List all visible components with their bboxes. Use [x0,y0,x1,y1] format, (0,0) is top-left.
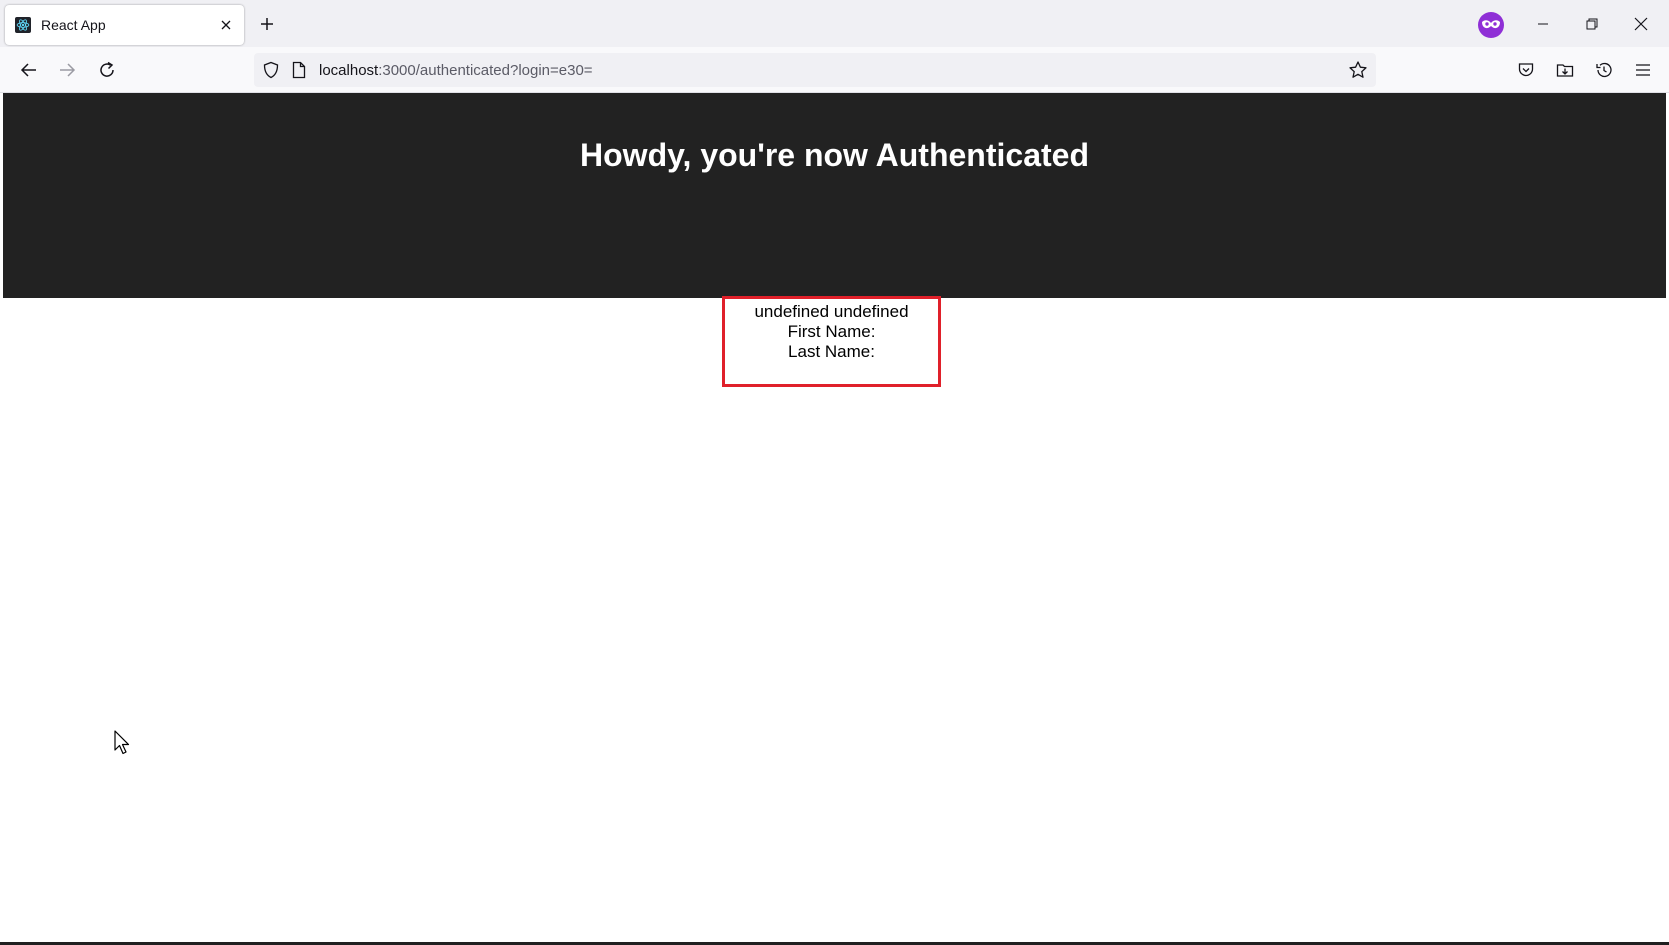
url-path: :3000/authenticated?login=e30= [378,62,593,79]
url-text[interactable]: localhost:3000/authenticated?login=e30= [319,62,593,79]
bookmark-star-icon[interactable] [1348,60,1368,80]
url-host: localhost [319,62,379,79]
tab-title: React App [41,17,106,33]
mouse-pointer-icon [114,730,132,756]
react-icon [15,17,31,33]
back-arrow-icon[interactable] [16,57,42,83]
tab-strip: React App [0,0,1669,47]
tab-react-app[interactable]: React App [5,5,244,45]
pocket-icon[interactable] [1513,57,1539,83]
menu-icon[interactable] [1630,57,1656,83]
user-full-name: undefined undefined [754,302,909,321]
page-title: Howdy, you're now Authenticated [580,137,1089,173]
plus-icon[interactable] [256,13,278,35]
forward-arrow-icon[interactable] [54,57,80,83]
user-info-box: undefined undefined First Name: Last Nam… [722,296,941,387]
reload-icon[interactable] [94,57,120,83]
app-header: Howdy, you're now Authenticated [3,93,1666,298]
last-name-label: Last Name: [788,342,875,361]
history-icon[interactable] [1591,57,1617,83]
first-name-label: First Name: [787,322,876,341]
page-viewport: Howdy, you're now Authenticated undefine… [3,93,1666,942]
navigation-toolbar: localhost:3000/authenticated?login=e30= [0,47,1669,93]
tab-close-icon[interactable] [216,15,236,35]
browser-window: React App localhost:3000/authenticated?l… [0,0,1669,945]
address-bar[interactable]: localhost:3000/authenticated?login=e30= [254,53,1376,87]
minimize-icon[interactable] [1528,10,1558,38]
private-browsing-icon[interactable] [1478,12,1504,38]
restore-icon[interactable] [1577,10,1607,38]
downloads-folder-icon[interactable] [1552,57,1578,83]
page-info-icon[interactable] [292,61,308,79]
close-icon[interactable] [1626,10,1656,38]
tracking-protection-shield-icon[interactable] [262,61,280,79]
